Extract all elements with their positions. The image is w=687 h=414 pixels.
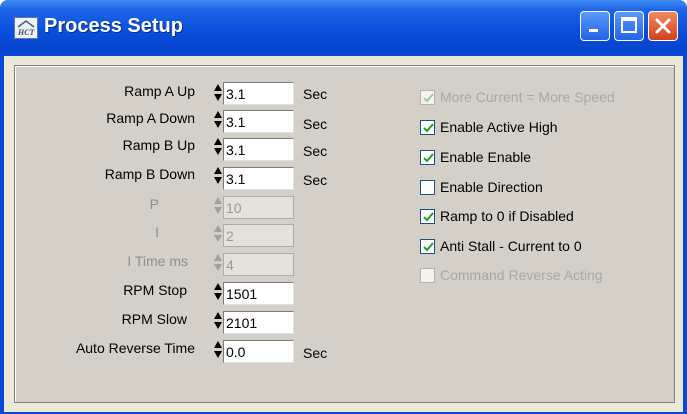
enable-direction-checkbox[interactable] bbox=[420, 180, 435, 195]
unit-label: Sec bbox=[303, 116, 328, 132]
ramp-a-up-input[interactable] bbox=[223, 82, 294, 105]
spinner-arrows-icon bbox=[214, 253, 223, 273]
checkmark-icon bbox=[423, 153, 434, 163]
param-label: RPM Slow bbox=[121, 311, 187, 327]
param-label: Ramp A Up bbox=[124, 83, 195, 99]
minimize-icon bbox=[589, 29, 598, 32]
checkmark-icon bbox=[423, 212, 434, 222]
ramp-b-down-input[interactable] bbox=[223, 167, 294, 190]
option-label[interactable]: Ramp to 0 if Disabled bbox=[440, 208, 574, 224]
maximize-button[interactable] bbox=[614, 11, 644, 41]
enable-enable-checkbox[interactable] bbox=[420, 150, 435, 165]
close-button[interactable] bbox=[648, 11, 678, 41]
anti-stall-checkbox[interactable] bbox=[420, 239, 435, 254]
param-label: I bbox=[155, 224, 159, 240]
enable-active-high-checkbox[interactable] bbox=[420, 120, 435, 135]
unit-label: Sec bbox=[303, 172, 328, 188]
param-label: Ramp A Down bbox=[106, 110, 195, 126]
spinner-arrows-icon[interactable] bbox=[214, 311, 223, 331]
title-bar[interactable]: HCT Process Setup bbox=[0, 0, 687, 56]
spinner-arrows-icon bbox=[214, 224, 223, 244]
i-time-ms-input bbox=[223, 253, 294, 276]
param-label: RPM Stop bbox=[123, 282, 187, 298]
app-icon-text: HCT bbox=[17, 28, 36, 37]
ramp-b-up-input[interactable] bbox=[223, 138, 294, 161]
checkmark-icon bbox=[423, 93, 434, 103]
checkmark-icon bbox=[423, 242, 434, 252]
spinner-arrows-icon[interactable] bbox=[214, 340, 223, 360]
i-input bbox=[223, 224, 294, 247]
unit-label: Sec bbox=[303, 143, 328, 159]
rpm-slow-input[interactable] bbox=[223, 311, 294, 334]
unit-label: Sec bbox=[303, 86, 328, 102]
option-label[interactable]: Anti Stall - Current to 0 bbox=[440, 238, 582, 254]
window-client-area: Ramp A Up Sec Ramp A Down Sec Ramp B Up … bbox=[4, 56, 683, 412]
rpm-stop-input[interactable] bbox=[223, 282, 294, 305]
param-label: Ramp B Up bbox=[122, 137, 195, 153]
more-current-checkbox bbox=[420, 90, 435, 105]
ramp-to-0-checkbox[interactable] bbox=[420, 209, 435, 224]
app-icon: HCT bbox=[14, 17, 38, 39]
spinner-arrows-icon[interactable] bbox=[214, 83, 223, 103]
auto-reverse-time-input[interactable] bbox=[223, 340, 294, 363]
option-label[interactable]: Enable Direction bbox=[440, 179, 543, 195]
spinner-arrows-icon[interactable] bbox=[214, 110, 223, 130]
window-title: Process Setup bbox=[44, 15, 183, 37]
command-reverse-acting-checkbox bbox=[420, 268, 435, 283]
option-label: More Current = More Speed bbox=[440, 89, 615, 105]
spinner-arrows-icon[interactable] bbox=[214, 282, 223, 302]
checkmark-icon bbox=[423, 123, 434, 133]
spinner-arrows-icon bbox=[214, 196, 223, 216]
option-label[interactable]: Enable Enable bbox=[440, 149, 531, 165]
spinner-arrows-icon[interactable] bbox=[214, 166, 223, 186]
close-icon bbox=[655, 18, 671, 34]
minimize-button[interactable] bbox=[580, 11, 610, 41]
param-label: Ramp B Down bbox=[104, 166, 195, 182]
maximize-icon bbox=[621, 17, 637, 33]
param-label: I Time ms bbox=[127, 253, 188, 269]
option-label[interactable]: Enable Active High bbox=[440, 119, 558, 135]
ramp-a-down-input[interactable] bbox=[223, 110, 294, 133]
process-setup-window: HCT Process Setup Ramp A Up Sec bbox=[0, 0, 687, 414]
unit-label: Sec bbox=[303, 345, 328, 361]
param-label: P bbox=[149, 196, 159, 212]
option-label: Command Reverse Acting bbox=[440, 267, 603, 283]
settings-panel: Ramp A Up Sec Ramp A Down Sec Ramp B Up … bbox=[14, 65, 675, 403]
param-label: Auto Reverse Time bbox=[75, 340, 195, 356]
p-input bbox=[223, 196, 294, 219]
spinner-arrows-icon[interactable] bbox=[214, 137, 223, 157]
